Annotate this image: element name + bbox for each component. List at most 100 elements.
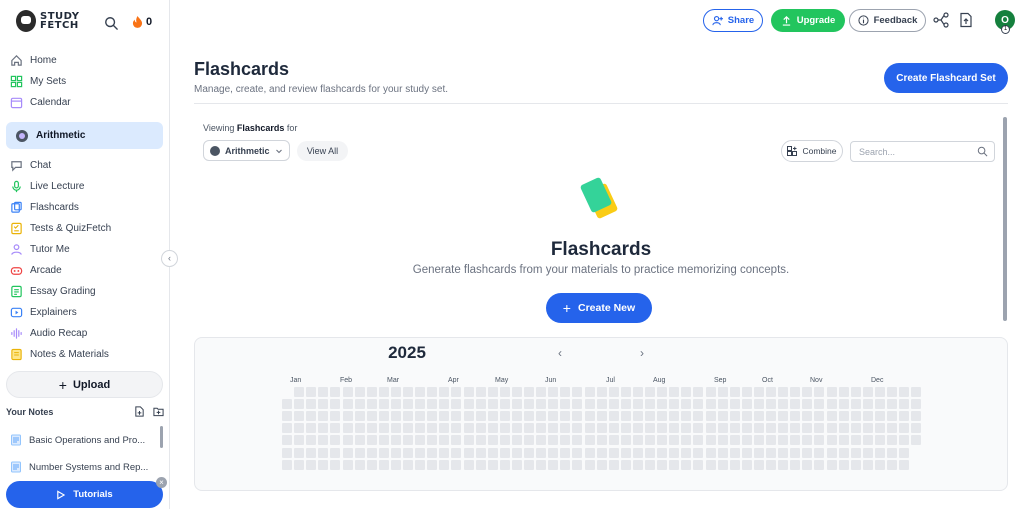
sidebar-item-live-lecture[interactable]: Live Lecture [0, 176, 170, 197]
calendar-day-cell[interactable] [862, 423, 873, 434]
calendar-day-cell[interactable] [729, 411, 740, 422]
calendar-day-cell[interactable] [874, 387, 885, 397]
calendar-day-cell[interactable] [499, 387, 510, 397]
calendar-day-cell[interactable] [874, 459, 885, 470]
calendar-day-cell[interactable] [669, 411, 680, 422]
calendar-day-cell[interactable] [790, 459, 801, 470]
calendar-day-cell[interactable] [427, 459, 438, 470]
calendar-day-cell[interactable] [487, 423, 498, 434]
calendar-day-cell[interactable] [826, 447, 837, 458]
calendar-day-cell[interactable] [741, 447, 752, 458]
calendar-day-cell[interactable] [584, 447, 595, 458]
calendar-day-cell[interactable] [899, 459, 910, 470]
calendar-day-cell[interactable] [536, 399, 547, 410]
calendar-day-cell[interactable] [681, 423, 692, 434]
calendar-day-cell[interactable] [354, 411, 365, 422]
calendar-day-cell[interactable] [439, 435, 450, 446]
calendar-day-cell[interactable] [451, 459, 462, 470]
calendar-day-cell[interactable] [499, 435, 510, 446]
calendar-day-cell[interactable] [899, 447, 910, 458]
calendar-day-cell[interactable] [826, 387, 837, 397]
calendar-day-cell[interactable] [403, 459, 413, 470]
calendar-day-cell[interactable] [584, 387, 595, 397]
calendar-day-cell[interactable] [342, 411, 353, 422]
calendar-day-cell[interactable] [294, 447, 305, 458]
close-icon[interactable]: × [156, 477, 167, 488]
calendar-day-cell[interactable] [645, 447, 655, 458]
calendar-day-cell[interactable] [330, 459, 341, 470]
calendar-day-cell[interactable] [838, 459, 849, 470]
calendar-day-cell[interactable] [608, 435, 619, 446]
calendar-day-cell[interactable] [548, 399, 559, 410]
calendar-day-cell[interactable] [390, 411, 401, 422]
calendar-day-cell[interactable] [632, 447, 643, 458]
calendar-day-cell[interactable] [596, 399, 607, 410]
calendar-day-cell[interactable] [681, 447, 692, 458]
calendar-day-cell[interactable] [705, 399, 716, 410]
calendar-day-cell[interactable] [282, 435, 292, 446]
calendar-day-cell[interactable] [499, 447, 510, 458]
calendar-day-cell[interactable] [524, 387, 534, 397]
calendar-day-cell[interactable] [729, 399, 740, 410]
calendar-day-cell[interactable] [790, 447, 801, 458]
calendar-day-cell[interactable] [838, 411, 849, 422]
calendar-day-cell[interactable] [753, 399, 764, 410]
calendar-day-cell[interactable] [802, 387, 813, 397]
calendar-day-cell[interactable] [282, 423, 292, 434]
note-item[interactable]: Number Systems and Rep... [10, 461, 160, 473]
calendar-day-cell[interactable] [753, 459, 764, 470]
calendar-day-cell[interactable] [657, 423, 668, 434]
calendar-day-cell[interactable] [717, 399, 728, 410]
calendar-day-cell[interactable] [560, 387, 571, 397]
calendar-day-cell[interactable] [753, 387, 764, 397]
calendar-day-cell[interactable] [560, 411, 571, 422]
calendar-day-cell[interactable] [378, 447, 389, 458]
calendar-day-cell[interactable] [790, 423, 801, 434]
calendar-day-cell[interactable] [403, 411, 413, 422]
calendar-day-cell[interactable] [717, 459, 728, 470]
tutorials-button[interactable]: Tutorials [6, 481, 163, 508]
calendar-day-cell[interactable] [584, 459, 595, 470]
calendar-day-cell[interactable] [572, 411, 583, 422]
sidebar-item-flashcards[interactable]: Flashcards [0, 197, 170, 218]
calendar-day-cell[interactable] [778, 435, 789, 446]
notes-scrollbar[interactable] [160, 426, 163, 448]
sidebar-item-essay-grading[interactable]: Essay Grading [0, 281, 170, 302]
calendar-day-cell[interactable] [608, 459, 619, 470]
calendar-day-cell[interactable] [899, 435, 910, 446]
calendar-day-cell[interactable] [874, 411, 885, 422]
calendar-day-cell[interactable] [717, 411, 728, 422]
calendar-day-cell[interactable] [390, 399, 401, 410]
calendar-day-cell[interactable] [354, 447, 365, 458]
calendar-day-cell[interactable] [850, 447, 861, 458]
calendar-day-cell[interactable] [596, 459, 607, 470]
collapse-sidebar-button[interactable]: ‹ [161, 250, 178, 267]
calendar-day-cell[interactable] [330, 447, 341, 458]
calendar-day-cell[interactable] [294, 435, 305, 446]
calendar-day-cell[interactable] [645, 387, 655, 397]
calendar-day-cell[interactable] [536, 447, 547, 458]
calendar-day-cell[interactable] [887, 411, 897, 422]
calendar-day-cell[interactable] [354, 423, 365, 434]
calendar-day-cell[interactable] [850, 399, 861, 410]
calendar-day-cell[interactable] [608, 411, 619, 422]
calendar-day-cell[interactable] [524, 447, 534, 458]
calendar-day-cell[interactable] [669, 459, 680, 470]
calendar-day-cell[interactable] [741, 399, 752, 410]
calendar-day-cell[interactable] [294, 399, 305, 410]
calendar-day-cell[interactable] [657, 399, 668, 410]
calendar-day-cell[interactable] [838, 423, 849, 434]
calendar-day-cell[interactable] [632, 387, 643, 397]
sidebar-item-my-sets[interactable]: My Sets [0, 71, 170, 92]
calendar-day-cell[interactable] [390, 447, 401, 458]
calendar-day-cell[interactable] [403, 399, 413, 410]
calendar-day-cell[interactable] [874, 435, 885, 446]
calendar-day-cell[interactable] [318, 447, 329, 458]
calendar-day-cell[interactable] [487, 459, 498, 470]
calendar-day-cell[interactable] [862, 411, 873, 422]
calendar-day-cell[interactable] [874, 423, 885, 434]
calendar-day-cell[interactable] [354, 459, 365, 470]
calendar-day-cell[interactable] [548, 411, 559, 422]
calendar-day-cell[interactable] [524, 459, 534, 470]
calendar-day-cell[interactable] [669, 435, 680, 446]
